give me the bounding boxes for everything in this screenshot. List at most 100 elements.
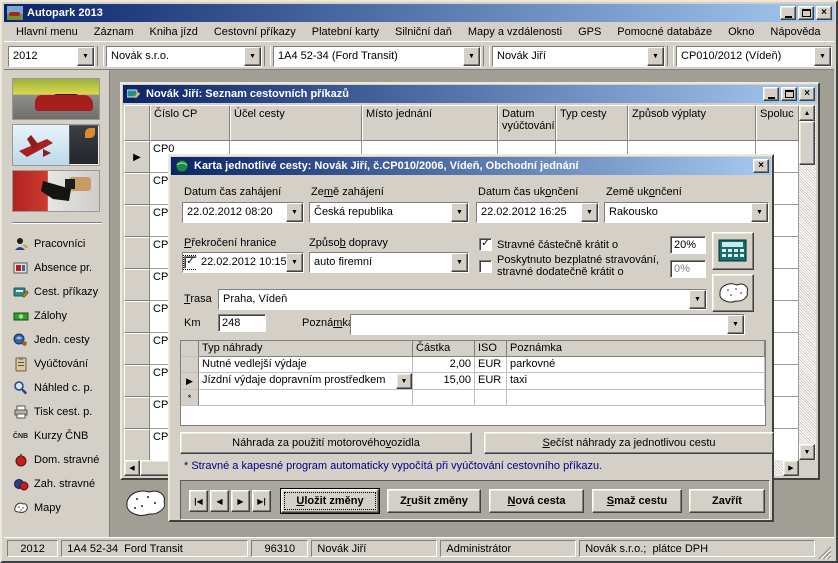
nav-last-button[interactable]: ▶|	[252, 490, 271, 512]
chevron-down-icon[interactable]: ▼	[647, 47, 664, 66]
delete-trip-button[interactable]: Smaž cestu	[592, 489, 682, 513]
scroll-down-icon[interactable]: ▼	[799, 444, 815, 460]
sidebar-item-mapy[interactable]: Mapy	[12, 496, 109, 520]
sidebar-item-cest-prikazy[interactable]: Cest. příkazy	[12, 280, 109, 304]
save-changes-button[interactable]: Uložit změny	[281, 489, 379, 513]
sidebar-item-pracovnici[interactable]: Pracovníci	[12, 232, 109, 256]
company-combobox[interactable]: Novák s.r.o. ▼	[106, 46, 262, 67]
start-datetime-combobox[interactable]: 22.02.2012 08:20 ▼	[182, 202, 304, 223]
trip-combobox[interactable]: CP010/2012 (Vídeň) ▼	[676, 46, 832, 67]
start-country-label: Země zahájení	[311, 186, 384, 198]
calculator-button[interactable]	[712, 232, 754, 270]
menu-cestovni-prikazy[interactable]: Cestovní příkazy	[206, 24, 304, 40]
vscroll-thumb[interactable]	[799, 121, 815, 165]
menu-silnicni-dan[interactable]: Silniční daň	[387, 24, 460, 40]
column-header[interactable]: Spoluc	[756, 105, 799, 141]
chevron-down-icon[interactable]: ▼	[77, 47, 94, 66]
transport-combobox[interactable]: auto firemní ▼	[309, 252, 469, 273]
close-button[interactable]: ×	[816, 6, 832, 20]
close-icon[interactable]: ×	[753, 159, 769, 173]
row-selector[interactable]: ▶	[124, 141, 150, 173]
minimize-button[interactable]	[780, 6, 796, 20]
column-header[interactable]: Místo jednání	[362, 105, 498, 141]
close-dialog-button[interactable]: Zavřít	[689, 489, 765, 513]
year-combobox[interactable]: 2012 ▼	[8, 46, 95, 67]
end-country-combobox[interactable]: Rakousko ▼	[604, 202, 769, 223]
chevron-down-icon[interactable]: ▼	[244, 47, 261, 66]
scroll-left-icon[interactable]: ◀	[124, 460, 140, 476]
start-country-combobox[interactable]: Česká republika ▼	[309, 202, 469, 223]
sidebar-item-zah-stravne[interactable]: Zah. stravné	[12, 472, 109, 496]
vertical-scrollbar[interactable]: ▲ ▼	[799, 105, 816, 460]
sidebar-item-kurzy-cnb[interactable]: ČNB Kurzy ČNB	[12, 424, 109, 448]
maximize-button[interactable]	[798, 6, 814, 20]
map-button[interactable]	[712, 274, 754, 312]
column-header[interactable]: Datum vyúčtování	[498, 105, 556, 141]
chevron-down-icon[interactable]: ▼	[751, 203, 768, 222]
sidebar-item-vyuctovani[interactable]: Vyúčtování	[12, 352, 109, 376]
chevron-down-icon[interactable]: ▼	[396, 373, 412, 389]
menu-gps[interactable]: GPS	[570, 24, 609, 40]
chevron-down-icon[interactable]: ▼	[463, 47, 480, 66]
minimize-button[interactable]	[763, 87, 779, 101]
resize-grip[interactable]	[818, 546, 831, 559]
menu-okno[interactable]: Okno	[720, 24, 762, 40]
meal-reduce-checkbox[interactable]: ✓	[479, 238, 492, 251]
sidebar-item-zalohy[interactable]: Zálohy	[12, 304, 109, 328]
grid-row[interactable]: Nutné vedlejší výdaje 2,00 EUR parkovné	[181, 357, 765, 373]
nav-prev-button[interactable]: ◀	[210, 490, 229, 512]
close-button[interactable]: ×	[799, 87, 815, 101]
row-selector[interactable]: ▶	[181, 373, 199, 390]
menu-kniha-jizd[interactable]: Kniha jízd	[142, 24, 206, 40]
menu-napoveda[interactable]: Nápověda	[762, 24, 828, 40]
sidebar-item-absence[interactable]: Absence pr.	[12, 256, 109, 280]
footnote: * Stravné a kapesné program automaticky …	[184, 460, 602, 472]
chevron-down-icon[interactable]: ▼	[581, 203, 598, 222]
scroll-up-icon[interactable]: ▲	[799, 105, 815, 121]
vehicle-combobox[interactable]: 1A4 52-34 (Ford Transit) ▼	[273, 46, 481, 67]
nav-next-button[interactable]: ▶	[231, 490, 250, 512]
menu-mapy-a-vzdalenosti[interactable]: Mapy a vzdálenosti	[460, 24, 570, 40]
column-header[interactable]: Účel cesty	[230, 105, 362, 141]
sidebar-item-tisk[interactable]: Tisk cest. p.	[12, 400, 109, 424]
menu-platebni-karty[interactable]: Platební karty	[304, 24, 387, 40]
border-crossing-checkbox[interactable]: ✓	[184, 256, 197, 269]
menu-pomocne-databaze[interactable]: Pomocné databáze	[609, 24, 720, 40]
column-header[interactable]: Číslo CP	[150, 105, 230, 141]
sidebar-item-jedn-cesty[interactable]: Jedn. cesty	[12, 328, 109, 352]
vehicle-reimbursement-button[interactable]: Náhrada za použití motorového vozidla	[180, 432, 472, 454]
scroll-right-icon[interactable]: ▶	[783, 460, 799, 476]
border-crossing-combobox[interactable]: ✓ 22.02.2012 10:15 ▼	[182, 252, 304, 273]
column-header[interactable]: Způsob výplaty	[628, 105, 756, 141]
chevron-down-icon[interactable]: ▼	[286, 253, 303, 272]
grid-column-header: Typ náhrady	[199, 341, 413, 357]
free-meal-checkbox[interactable]: ✓	[479, 260, 492, 273]
route-combobox[interactable]: Praha, Vídeň ▼	[218, 289, 707, 310]
km-input[interactable]: 248	[218, 314, 266, 332]
employee-combobox[interactable]: Novák Jiří ▼	[492, 46, 665, 67]
chevron-down-icon[interactable]: ▼	[451, 203, 468, 222]
nav-first-button[interactable]: |◀	[189, 490, 208, 512]
menu-hlavni-menu[interactable]: Hlavní menu	[8, 24, 86, 40]
grid-row-selected[interactable]: ▶ Jízdní výdaje dopravním prostředkem ▼ …	[181, 373, 765, 390]
sum-reimbursements-button[interactable]: Sečíst náhrady za jednotlivou cestu	[484, 432, 774, 454]
grid-new-row[interactable]: *	[181, 390, 765, 406]
menu-zaznam[interactable]: Záznam	[86, 24, 142, 40]
chevron-down-icon[interactable]: ▼	[727, 315, 744, 334]
note-combobox[interactable]: ▼	[350, 314, 745, 335]
free-meal-input[interactable]: 0%	[670, 260, 706, 278]
meal-reduce-input[interactable]: 20%	[670, 236, 706, 254]
chevron-down-icon[interactable]: ▼	[689, 290, 706, 309]
column-header[interactable]: Typ cesty	[556, 105, 628, 141]
end-datetime-combobox[interactable]: 22.02.2012 16:25 ▼	[476, 202, 599, 223]
maximize-button[interactable]	[781, 87, 797, 101]
sidebar-item-dom-stravne[interactable]: Dom. stravné	[12, 448, 109, 472]
single-trips-icon	[12, 332, 29, 348]
chevron-down-icon[interactable]: ▼	[286, 203, 303, 222]
discard-changes-button[interactable]: Zrušit změny	[387, 489, 481, 513]
sidebar-item-nahled[interactable]: Náhled c. p.	[12, 376, 109, 400]
foreign-meal-icon	[12, 476, 29, 492]
chevron-down-icon[interactable]: ▼	[814, 47, 831, 66]
chevron-down-icon[interactable]: ▼	[451, 253, 468, 272]
new-trip-button[interactable]: Nová cesta	[489, 489, 584, 513]
